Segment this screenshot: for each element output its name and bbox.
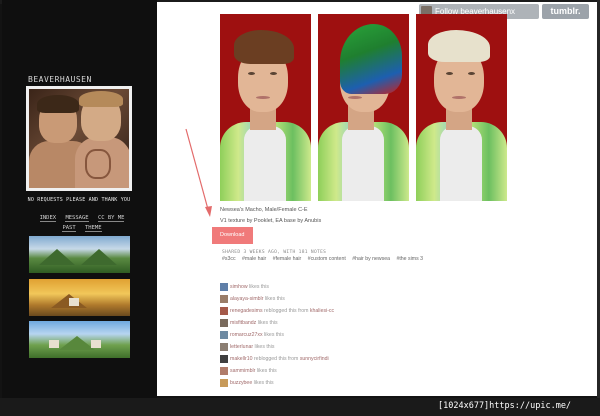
sim-tee bbox=[244, 126, 286, 201]
note-user[interactable]: romarcuz27xx bbox=[230, 332, 263, 338]
sidebar: BEAVERHAUSEN NO REQUESTS PLEASE AND THAN… bbox=[2, 0, 157, 398]
sim-eye bbox=[468, 72, 475, 75]
tag-link[interactable]: #hair by newsea bbox=[352, 256, 390, 262]
post-caption-line-2: V1 texture by Pooklet, EA base by Anubis bbox=[220, 218, 322, 224]
note-avatar[interactable] bbox=[220, 283, 228, 291]
note-action: likes this bbox=[264, 332, 284, 338]
avatar[interactable] bbox=[26, 86, 132, 191]
sim-mouth bbox=[348, 96, 362, 99]
sidebar-thumbnail-3[interactable] bbox=[29, 321, 130, 358]
mountain-shape bbox=[39, 249, 75, 265]
post-image-1[interactable] bbox=[220, 14, 311, 201]
download-button[interactable]: Download bbox=[212, 227, 253, 244]
sim-hair bbox=[234, 30, 294, 64]
note-avatar[interactable] bbox=[220, 331, 228, 339]
note-action: likes this bbox=[256, 368, 277, 374]
note-user[interactable]: alayaya-simblr bbox=[230, 296, 263, 302]
note-source[interactable]: khaliesi-cc bbox=[310, 308, 334, 314]
house-shape bbox=[91, 340, 101, 348]
note-avatar[interactable] bbox=[220, 367, 228, 375]
mountain-shape bbox=[81, 249, 117, 265]
post-tags: #s3cc #male hair #female hair #custom co… bbox=[222, 256, 428, 262]
note-item: alayaya-simblr likes this bbox=[220, 295, 520, 307]
note-avatar[interactable] bbox=[220, 343, 228, 351]
sim-tee bbox=[342, 126, 384, 201]
sim-eye bbox=[446, 72, 453, 75]
note-action: likes this bbox=[264, 296, 285, 302]
sim-mouth bbox=[452, 96, 466, 99]
sidebar-nav: INDEX MESSAGE CC BY ME PAST THEME bbox=[34, 213, 130, 233]
blog-title[interactable]: BEAVERHAUSEN bbox=[28, 75, 92, 84]
sim-eye bbox=[270, 72, 277, 75]
tag-link[interactable]: #s3cc bbox=[222, 256, 236, 262]
note-source[interactable]: sunnycirfindi bbox=[300, 356, 329, 362]
note-action: reblogged this from bbox=[253, 356, 299, 362]
footer-label[interactable]: [1024x677]https://upic.me/ bbox=[438, 401, 571, 411]
tumblr-logo-button[interactable]: tumblr. bbox=[542, 4, 589, 19]
note-avatar[interactable] bbox=[220, 295, 228, 303]
avatar-figure-right-hair bbox=[79, 91, 123, 107]
note-item: sammimblr likes this bbox=[220, 367, 520, 379]
tag-link[interactable]: #male hair bbox=[242, 256, 266, 262]
note-item: buzzybee likes this bbox=[220, 379, 520, 391]
note-action: likes this bbox=[249, 284, 269, 290]
sidebar-thumbnail-1[interactable] bbox=[29, 236, 130, 273]
house-shape bbox=[49, 340, 59, 348]
note-user[interactable]: simhow bbox=[230, 284, 248, 290]
note-item: simhow likes this bbox=[220, 283, 520, 295]
note-item: renegadesims reblogged this from khalies… bbox=[220, 307, 520, 319]
nav-link-theme[interactable]: THEME bbox=[85, 225, 102, 232]
note-action: reblogged this from bbox=[264, 308, 309, 314]
note-user[interactable]: letterlunar bbox=[230, 344, 253, 350]
post-caption-line-1: Newsea's Macho, Male/Female C-E bbox=[220, 207, 308, 213]
note-item: makellr10 reblogged this from sunnycirfi… bbox=[220, 355, 520, 367]
nav-link-message[interactable]: MESSAGE bbox=[65, 215, 89, 222]
avatar-tattoo bbox=[85, 149, 111, 179]
sim-hair bbox=[428, 30, 490, 62]
nav-link-index[interactable]: INDEX bbox=[39, 215, 57, 222]
tag-link[interactable]: #female hair bbox=[273, 256, 302, 262]
sim-tee bbox=[440, 126, 482, 201]
house-shape bbox=[69, 298, 79, 306]
tag-link[interactable]: #custom content bbox=[308, 256, 346, 262]
note-user[interactable]: sammimblr bbox=[230, 368, 255, 374]
avatar-figure-left-hair bbox=[37, 95, 79, 113]
note-item: romarcuz27xx likes this bbox=[220, 331, 520, 343]
tag-link[interactable]: #the sims 3 bbox=[396, 256, 423, 262]
note-user[interactable]: buzzybee bbox=[230, 380, 252, 386]
note-action: likes this bbox=[257, 320, 278, 326]
sim-mouth bbox=[256, 96, 270, 99]
note-item: misfitbandz likes this bbox=[220, 319, 520, 331]
note-item: letterlunar likes this bbox=[220, 343, 520, 355]
annotation-arrow-icon bbox=[185, 128, 212, 217]
sidebar-nav-row-1: INDEX MESSAGE CC BY ME bbox=[34, 213, 130, 223]
sim-eye bbox=[248, 72, 255, 75]
note-action: likes this bbox=[253, 380, 274, 386]
page-frame: BEAVERHAUSEN NO REQUESTS PLEASE AND THAN… bbox=[0, 0, 600, 416]
avatar-image bbox=[29, 89, 129, 188]
post-image-3[interactable] bbox=[416, 14, 507, 201]
post-meta: SHARED 3 WEEKS AGO, WITH 181 NOTES bbox=[222, 250, 327, 255]
note-user[interactable]: makellr10 bbox=[230, 356, 253, 362]
note-user[interactable]: renegadesims bbox=[230, 308, 263, 314]
nav-link-past[interactable]: PAST bbox=[62, 225, 76, 232]
note-avatar[interactable] bbox=[220, 355, 228, 363]
blog-tagline: NO REQUESTS PLEASE AND THANK YOU bbox=[27, 197, 131, 203]
sidebar-nav-row-2: PAST THEME bbox=[34, 223, 130, 233]
sim-hair bbox=[340, 24, 402, 94]
mountain-shape bbox=[59, 336, 95, 350]
post-image-2[interactable] bbox=[318, 14, 409, 201]
nav-link-cc-by-me[interactable]: CC BY ME bbox=[97, 215, 125, 222]
note-action: likes this bbox=[254, 344, 275, 350]
note-avatar[interactable] bbox=[220, 307, 228, 315]
note-avatar[interactable] bbox=[220, 319, 228, 327]
note-user[interactable]: misfitbandz bbox=[230, 320, 256, 326]
note-avatar[interactable] bbox=[220, 379, 228, 387]
sidebar-thumbnail-2[interactable] bbox=[29, 279, 130, 316]
notes-list: simhow likes this alayaya-simblr likes t… bbox=[220, 283, 520, 391]
